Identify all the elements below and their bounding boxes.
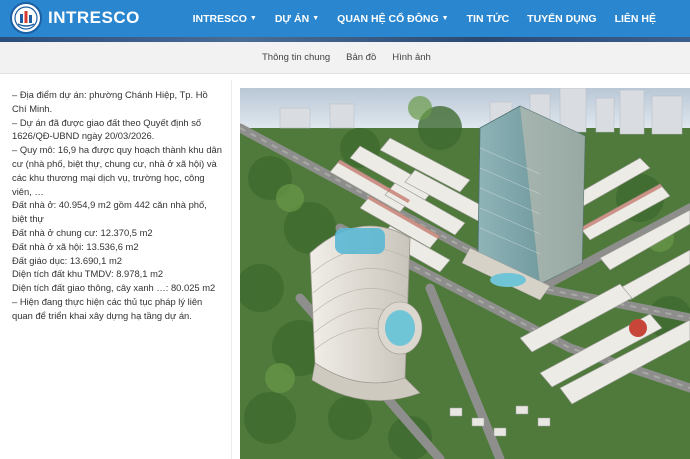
nav-item-0[interactable]: INTRESCO ▼: [193, 13, 257, 25]
info-line: – Quy mô: 16,9 ha được quy hoạch thành k…: [12, 144, 222, 197]
info-line: Đất nhà ở: 40.954,9 m2 gồm 442 căn nhà p…: [12, 199, 207, 225]
info-line: Đất nhà ở chung cư: 12.370,5 m2: [12, 226, 153, 238]
site-header: INTRESCO INTRESCO ▼ DỰ ÁN ▼ QUAN HỆ CỔ ĐÔNG ▼…: [0, 0, 690, 37]
nav-item-label: TIN TỨC: [466, 12, 510, 25]
info-line: Đất nhà ở xã hội: 13.536,6 m2: [12, 240, 139, 252]
nav-item-5[interactable]: LIÊN HỆ: [615, 13, 656, 25]
main-nav: INTRESCO ▼ DỰ ÁN ▼ QUAN HỆ CỔ ĐÔNG ▼ TIN TỨC TU…: [175, 0, 656, 37]
aerial-render-illustration: [240, 88, 690, 459]
nav-item-label: LIÊN HỆ: [614, 12, 656, 25]
nav-item-1[interactable]: DỰ ÁN ▼: [275, 13, 319, 25]
info-line: – Dự án đã được giao đất theo Quyết định…: [12, 116, 202, 142]
column-divider: [231, 80, 232, 459]
tab-0[interactable]: Thông tin chung: [262, 52, 330, 63]
project-info: – Địa điểm dự án: phường Chánh Hiệp, Tp.…: [12, 88, 224, 323]
logo-emblem-icon: [10, 2, 42, 34]
chevron-down-icon: ▼: [249, 15, 257, 22]
nav-item-4[interactable]: TUYỂN DỤNG: [527, 13, 596, 25]
chevron-down-icon: ▼: [441, 15, 449, 22]
tab-1[interactable]: Bản đồ: [346, 52, 376, 63]
nav-item-label: QUAN HỆ CỔ ĐÔNG: [337, 12, 439, 25]
brand-name: INTRESCO: [48, 8, 140, 27]
chevron-down-icon: ▼: [312, 15, 320, 22]
info-line: – Hiện đang thực hiện các thủ tục pháp l…: [12, 295, 203, 321]
nav-item-2[interactable]: QUAN HỆ CỔ ĐÔNG ▼: [337, 13, 448, 25]
project-tab-bar: Thông tin chung Bản đồ Hình ảnh: [0, 42, 690, 74]
nav-item-3[interactable]: TIN TỨC: [467, 13, 510, 25]
curved-tower: [309, 225, 423, 401]
info-line: Diện tích đất khu TMDV: 8.978,1 m2: [12, 268, 164, 280]
tab-2[interactable]: Hình ảnh: [392, 52, 431, 63]
info-line: Đất giáo dục: 13.690,1 m2: [12, 254, 122, 266]
project-aerial-render[interactable]: [240, 88, 690, 459]
tall-tower: [461, 105, 586, 301]
flowering-tree: [629, 319, 647, 337]
project-tabs: Thông tin chung Bản đồ Hình ảnh: [262, 42, 447, 73]
info-line: – Địa điểm dự án: phường Chánh Hiệp, Tp.…: [12, 89, 208, 114]
brand-logo[interactable]: INTRESCO: [10, 2, 140, 34]
info-line: Diện tích đất giao thông, cây xanh …: 80…: [12, 282, 216, 294]
nav-item-label: DỰ ÁN: [274, 12, 310, 25]
nav-item-label: INTRESCO: [192, 12, 247, 25]
nav-item-label: TUYỂN DỤNG: [527, 12, 597, 25]
